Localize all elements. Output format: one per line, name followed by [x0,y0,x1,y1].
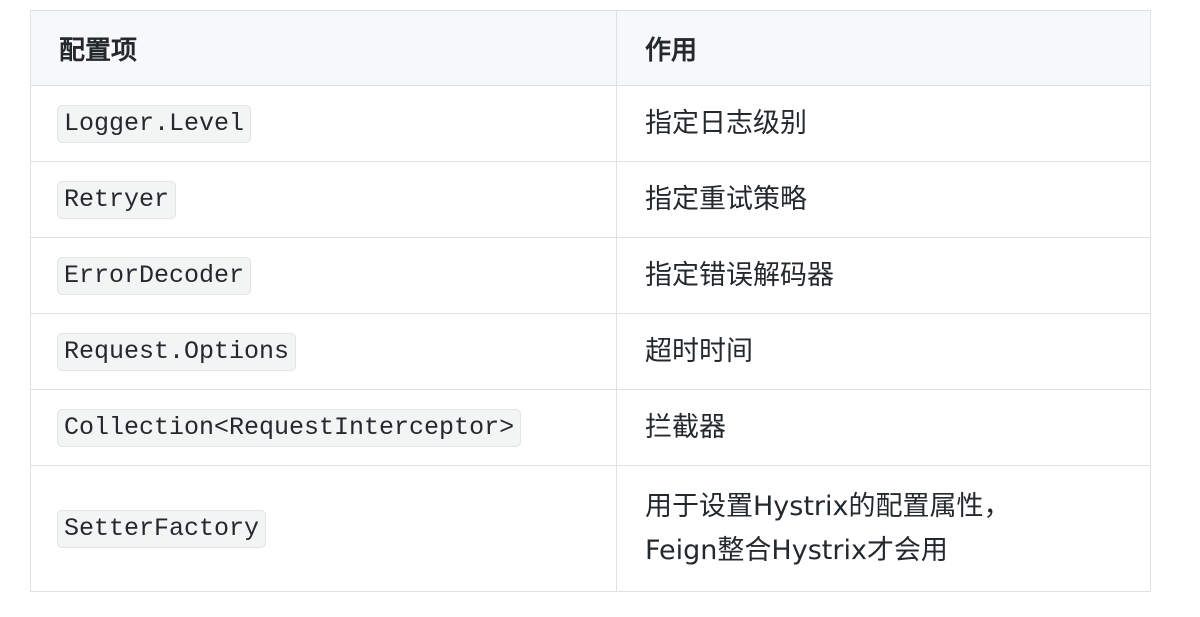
purpose-cell: 拦截器 [616,389,1151,466]
config-item-cell: ErrorDecoder [30,237,617,314]
purpose-text-line-2: Feign整合Hystrix才会用 [645,534,948,566]
header-purpose: 作用 [616,10,1151,86]
purpose-cell: 指定日志级别 [616,85,1151,162]
config-item-code: SetterFactory [57,509,267,548]
purpose-cell: 超时时间 [616,313,1151,390]
config-item-cell: Logger.Level [30,85,617,162]
purpose-text-line-1: 用于设置Hystrix的配置属性， [645,490,1011,522]
config-item-code: Request.Options [57,332,297,371]
purpose-cell: 用于设置Hystrix的配置属性， Feign整合Hystrix才会用 [616,465,1151,592]
table-row: SetterFactory 用于设置Hystrix的配置属性， Feign整合H… [30,465,1151,592]
config-item-code: ErrorDecoder [57,256,252,295]
purpose-text: 指定日志级别 [645,107,807,139]
config-table: 配置项 作用 Logger.Level 指定日志级别 Retryer 指定重试策… [30,10,1151,592]
table-header-row: 配置项 作用 [30,10,1151,86]
config-item-cell: Request.Options [30,313,617,390]
table-row: Collection<RequestInterceptor> 拦截器 [30,389,1151,466]
purpose-text: 指定重试策略 [645,183,807,215]
config-item-code: Collection<RequestInterceptor> [57,408,522,447]
config-item-cell: Collection<RequestInterceptor> [30,389,617,466]
config-item-cell: Retryer [30,161,617,238]
purpose-cell: 指定重试策略 [616,161,1151,238]
table-row: Request.Options 超时时间 [30,313,1151,390]
table-row: Logger.Level 指定日志级别 [30,85,1151,162]
config-item-code: Logger.Level [57,104,252,143]
table-row: Retryer 指定重试策略 [30,161,1151,238]
header-config-item: 配置项 [30,10,617,86]
purpose-cell: 指定错误解码器 [616,237,1151,314]
purpose-text: 拦截器 [645,411,726,443]
table-row: ErrorDecoder 指定错误解码器 [30,237,1151,314]
config-item-code: Retryer [57,180,177,219]
config-item-cell: SetterFactory [30,465,617,592]
purpose-text: 超时时间 [645,335,753,367]
purpose-text: 指定错误解码器 [645,259,834,291]
